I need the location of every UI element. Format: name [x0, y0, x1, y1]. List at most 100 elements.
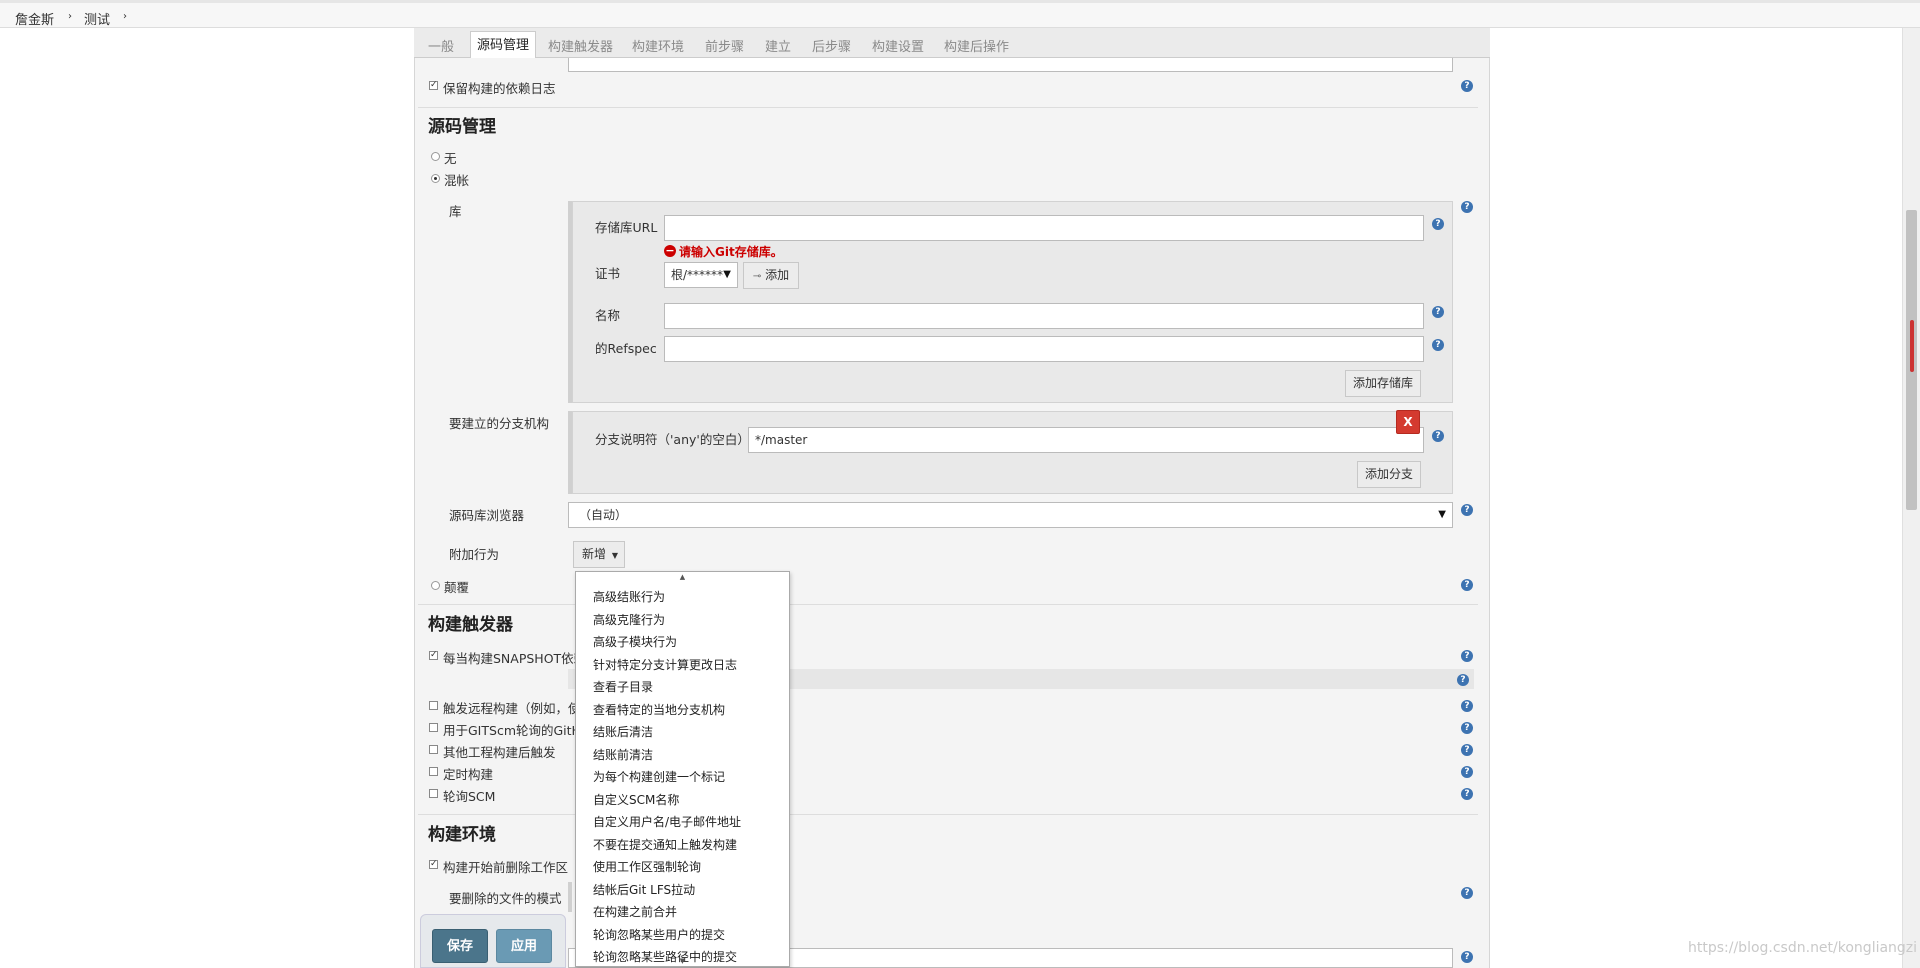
triggers-section-title: 构建触发器	[428, 615, 513, 635]
watermark: https://blog.csdn.net/kongliangzi	[1688, 940, 1918, 956]
help-icon[interactable]: ?	[1461, 951, 1473, 963]
delete-workspace-checkbox[interactable]: ✓	[429, 860, 438, 869]
patterns-box-border	[568, 882, 572, 912]
scm-none-radio[interactable]	[431, 152, 440, 161]
divider	[418, 107, 1478, 108]
repo-url-input[interactable]	[664, 215, 1424, 241]
help-icon[interactable]: ?	[1461, 887, 1473, 899]
scm-git-radio[interactable]	[431, 174, 440, 183]
tab-build-settings[interactable]: 构建设置	[872, 36, 924, 55]
help-icon[interactable]: ?	[1432, 430, 1444, 442]
repo-url-error: 请输入Git存储库。	[679, 245, 783, 259]
help-icon[interactable]: ?	[1461, 650, 1473, 662]
previous-field-input[interactable]	[568, 58, 1453, 72]
scm-subversion-radio[interactable]	[431, 581, 440, 590]
repo-browser-value: （自动）	[579, 508, 628, 522]
behaviour-menu-item[interactable]: 高级子模块行为	[593, 633, 677, 650]
scm-section-title: 源码管理	[428, 117, 496, 137]
trigger-remote-checkbox[interactable]	[429, 701, 438, 710]
help-icon[interactable]: ?	[1461, 201, 1473, 213]
behaviour-menu-item[interactable]: 为每个构建创建一个标记	[593, 768, 725, 785]
help-icon[interactable]: ?	[1461, 744, 1473, 756]
repo-browser-label: 源码库浏览器	[449, 508, 525, 523]
help-icon[interactable]: ?	[1461, 579, 1473, 591]
repo-browser-select[interactable]: （自动） ▼	[568, 502, 1453, 528]
name-label: 名称	[595, 308, 621, 323]
name-input[interactable]	[664, 303, 1424, 329]
help-icon[interactable]: ?	[1432, 218, 1444, 230]
branch-spec-input[interactable]: */master	[748, 427, 1424, 453]
behaviour-menu-item[interactable]: 使用工作区强制轮询	[593, 858, 701, 875]
tab-build-env[interactable]: 构建环境	[632, 36, 684, 55]
behaviour-menu-item[interactable]: 自定义用户名/电子邮件地址	[593, 813, 741, 830]
behaviour-menu-item[interactable]: 在构建之前合并	[593, 903, 677, 920]
trigger-poll-scm-checkbox[interactable]	[429, 789, 438, 798]
breadcrumb-separator-icon: ›	[68, 11, 72, 22]
behaviour-menu-item[interactable]: 结帐后Git LFS拉动	[593, 881, 695, 898]
add-repository-button[interactable]: 添加存储库	[1345, 370, 1421, 397]
behaviour-menu-item[interactable]: 高级克隆行为	[593, 611, 665, 628]
help-icon[interactable]: ?	[1432, 339, 1444, 351]
trigger-periodic-checkbox[interactable]	[429, 767, 438, 776]
trigger-snapshot-label: 每当构建SNAPSHOT依赖	[443, 651, 587, 666]
add-behaviour-button[interactable]: 新增 ▼	[573, 541, 625, 568]
trigger-poll-scm-label: 轮询SCM	[443, 789, 496, 804]
menu-scroll-down-icon[interactable]: ▼	[576, 956, 789, 966]
chevron-down-icon: ▼	[723, 269, 731, 280]
keep-deps-log-checkbox[interactable]: ✓	[429, 81, 438, 90]
behaviour-menu-item[interactable]: 查看特定的当地分支机构	[593, 701, 725, 718]
add-credentials-button[interactable]: ⊸ 添加	[743, 262, 799, 289]
trigger-after-other-label: 其他工程构建后触发	[443, 745, 556, 760]
help-icon[interactable]: ?	[1461, 504, 1473, 516]
tab-pre-steps[interactable]: 前步骤	[705, 36, 744, 55]
breadcrumb-separator-icon: ›	[123, 11, 127, 22]
add-credentials-label: 添加	[765, 268, 790, 282]
add-branch-button[interactable]: 添加分支	[1357, 461, 1421, 488]
error-icon: −	[664, 244, 676, 257]
behaviour-menu-item[interactable]: 查看子目录	[593, 678, 653, 695]
config-tab-bar: 一般 源码管理 构建触发器 构建环境 前步骤 建立 后步骤 构建设置 构建后操作	[414, 28, 1490, 58]
refspec-input[interactable]	[664, 336, 1424, 362]
tab-post-steps[interactable]: 后步骤	[812, 36, 851, 55]
behaviour-menu-item[interactable]: 针对特定分支计算更改日志	[593, 656, 737, 673]
delete-workspace-label: 构建开始前删除工作区	[443, 860, 569, 875]
tab-scm[interactable]: 源码管理	[470, 31, 537, 58]
behaviour-menu-item[interactable]: 高级结账行为	[593, 588, 665, 605]
trigger-remote-label: 触发远程构建（例如，使	[443, 701, 581, 716]
tab-post-build[interactable]: 构建后操作	[944, 36, 1009, 55]
help-icon[interactable]: ?	[1461, 80, 1473, 92]
credentials-select[interactable]: 根/****** ▼	[664, 262, 738, 288]
tab-build-triggers[interactable]: 构建触发器	[548, 36, 613, 55]
help-icon[interactable]: ?	[1461, 766, 1473, 778]
help-icon[interactable]: ?	[1457, 674, 1469, 686]
additional-behaviours-label: 附加行为	[449, 547, 500, 562]
breadcrumb-item-jenkins[interactable]: 詹金斯	[15, 9, 54, 28]
behaviour-menu-item[interactable]: 结账后清洁	[593, 723, 653, 740]
tab-build[interactable]: 建立	[765, 36, 791, 55]
scm-git-label: 混帐	[444, 173, 470, 188]
help-icon[interactable]: ?	[1461, 788, 1473, 800]
scm-subversion-label: 颠覆	[444, 580, 470, 595]
tab-general[interactable]: 一般	[428, 36, 454, 55]
help-icon[interactable]: ?	[1432, 306, 1444, 318]
behaviour-menu-item[interactable]: 结账前清洁	[593, 746, 653, 763]
remove-branch-button[interactable]: X	[1396, 410, 1420, 434]
apply-button[interactable]: 应用	[496, 929, 552, 963]
behaviour-menu-item[interactable]: 不要在提交通知上触发构建	[593, 836, 737, 853]
form-action-bar: 保存 应用	[420, 914, 566, 968]
branch-spec-label: 分支说明符（'any'的空白）	[595, 432, 750, 447]
behaviour-menu-item[interactable]: 自定义SCM名称	[593, 791, 679, 808]
help-icon[interactable]: ?	[1461, 722, 1473, 734]
breadcrumb: 詹金斯 › 测试 ›	[0, 0, 1920, 28]
trigger-after-other-checkbox[interactable]	[429, 745, 438, 754]
breadcrumb-item-job[interactable]: 测试	[84, 9, 110, 28]
env-section-title: 构建环境	[428, 825, 496, 845]
refspec-label: 的Refspec	[595, 341, 657, 356]
help-icon[interactable]: ?	[1461, 700, 1473, 712]
menu-scroll-up-icon[interactable]: ▲	[576, 572, 789, 582]
behaviour-menu-item[interactable]: 轮询忽略某些用户的提交	[593, 926, 725, 943]
save-button[interactable]: 保存	[432, 929, 488, 963]
trigger-snapshot-checkbox[interactable]: ✓	[429, 651, 438, 660]
trigger-github-checkbox[interactable]	[429, 723, 438, 732]
credentials-value: 根/******	[671, 268, 724, 282]
